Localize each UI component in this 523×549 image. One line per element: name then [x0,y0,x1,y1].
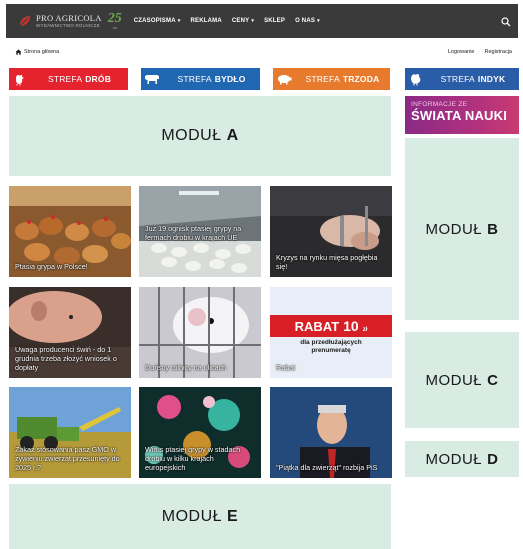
banner-line2: ŚWIATA NAUKI [411,108,508,123]
rabat-number: 10 [343,318,359,334]
logo-leaf-icon [18,14,32,28]
site-logo[interactable]: PRO AGRICOLA WYDAWNICTWO ROLNICZE [18,14,102,28]
zone-prefix: STREFA [177,74,212,84]
module-letter: A [226,127,239,144]
logo-title: PRO AGRICOLA [36,13,102,23]
module-e-placeholder: MODUŁ E [9,484,391,549]
zone-prefix: STREFA [305,74,340,84]
article-title: Ptasia grypa w Polsce! [15,262,88,271]
module-letter: B [487,220,499,238]
turkey-icon [405,68,427,90]
module-letter: E [227,507,239,525]
article-title: Uwaga producenci świń - do 1 grudnia trz… [15,345,117,372]
article-card[interactable]: Ptasia grypa w Polsce! [9,186,131,277]
rabat-line1: dla przedłużających [300,339,362,346]
article-title: Kryzys na rynku mięsa pogłębia się! [276,253,378,271]
login-link[interactable]: Logowanie [448,49,475,55]
rabat-line2: prenumeratę [311,347,351,354]
module-word: MODUŁ [161,507,223,525]
article-card[interactable]: Uwaga producenci świń - do 1 grudnia trz… [9,287,131,378]
article-title: Zakaz stosowania pasz GMO w żywieniu zwi… [15,445,120,472]
main-menu: CZASOPISMA ▾ REKLAMA CENY ▾ SKLEP O NAS ▾ [134,18,320,24]
menu-item-sklep[interactable]: SKLEP [264,18,285,24]
zone-button-trzoda[interactable]: STREFA TRZODA [273,68,390,90]
module-letter: D [487,450,499,468]
register-link[interactable]: Registracja [484,49,512,55]
article-title: Duńscy rolnicy na ulicach [145,363,227,372]
article-title: "Piątka dla zwierząt" rozbija PiS [276,463,378,472]
module-d-placeholder: MODUŁ D [405,441,519,477]
menu-item-reklama[interactable]: REKLAMA [190,18,221,24]
cow-icon [141,68,163,90]
science-news-banner[interactable]: INFORMACJE ZE ŚWIATA NAUKI [405,96,519,134]
article-card[interactable]: Duńscy rolnicy na ulicach [139,287,261,378]
top-navbar: PRO AGRICOLA WYDAWNICTWO ROLNICZE 25 lat… [6,4,518,38]
article-card[interactable]: Zakaz stosowania pasz GMO w żywieniu zwi… [9,387,131,478]
menu-item-czasopisma[interactable]: CZASOPISMA ▾ [134,18,181,24]
module-b-placeholder: MODUŁ B [405,138,519,320]
rabat-word: RABAT [294,319,340,334]
module-word: MODUŁ [425,450,483,468]
article-card[interactable]: "Piątka dla zwierząt" rozbija PiS [270,387,392,478]
breadcrumb-bar: Strona główna Logowanie Registracja [6,44,518,60]
article-card[interactable]: Już 19 ognisk ptasiej grypy na fermach d… [139,186,261,277]
zone-name: INDYK [477,74,506,84]
zone-button-drob[interactable]: STREFA DRÓB [9,68,128,90]
article-title: Wirus ptasiej grypy w stadach drobiu w k… [145,445,241,472]
chevron-down-icon: ▾ [177,18,181,24]
chevron-down-icon: ▾ [317,18,320,24]
rabat-ad-text: dla przedłużających prenumeratę [270,339,392,355]
zone-name: TRZODA [342,74,380,84]
chicken-icon [9,68,31,90]
module-word: MODUŁ [161,127,222,144]
zone-button-indyk[interactable]: STREFA INDYK [405,68,519,90]
home-link[interactable]: Strona główna [15,49,59,55]
home-icon [15,49,22,55]
module-a-placeholder: MODUŁ A [9,96,391,176]
module-word: MODUŁ [425,220,483,238]
article-card[interactable]: Kryzys na rynku mięsa pogłębia się! [270,186,392,277]
search-icon[interactable] [500,15,512,27]
rabat-ad-banner: RABAT 10 zł [270,315,392,337]
module-c-placeholder: MODUŁ C [405,332,519,428]
home-label: Strona główna [24,49,60,55]
article-card[interactable]: RABAT 10 zł dla przedłużających prenumer… [270,287,392,378]
module-letter: C [487,371,499,389]
banner-line1: INFORMACJE ZE [411,101,468,108]
zone-prefix: STREFA [440,74,475,84]
zone-name: DRÓB [85,74,112,84]
anniversary-number: 25 [107,11,122,26]
anniversary-text: lat [112,25,117,30]
zone-name: BYDŁO [214,74,246,84]
zone-prefix: STREFA [47,74,83,84]
rabat-unit: zł [362,327,368,333]
anniversary-badge: 25 lat [107,11,122,31]
menu-item-ceny[interactable]: CENY ▾ [232,18,254,24]
chevron-down-icon: ▾ [251,18,255,24]
article-card[interactable]: Wirus ptasiej grypy w stadach drobiu w k… [139,387,261,478]
menu-item-o-nas[interactable]: O NAS ▾ [295,18,320,24]
zone-button-bydlo[interactable]: STREFA BYDŁO [141,68,260,90]
module-word: MODUŁ [425,371,483,389]
pig-icon [273,68,295,90]
logo-subtitle: WYDAWNICTWO ROLNICZE [36,23,100,28]
article-title: Już 19 ognisk ptasiej grypy na fermach d… [145,224,242,242]
article-title: Rabat [276,363,296,372]
